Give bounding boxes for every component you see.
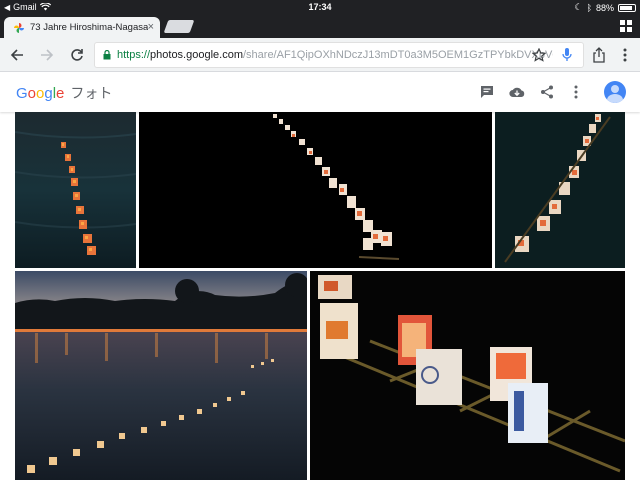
photo-image [139, 112, 492, 268]
voice-search-button[interactable] [556, 44, 578, 66]
reload-icon [71, 49, 83, 61]
reload-button[interactable] [66, 44, 88, 66]
tab-close-icon[interactable]: × [148, 21, 154, 33]
google-photos-favicon-icon [14, 22, 24, 33]
tab-active[interactable]: 73 Jahre Hiroshima-Nagasa × [4, 17, 160, 38]
url-scheme: https:// [117, 49, 151, 61]
share-album-button[interactable] [537, 82, 557, 102]
photo-image [15, 112, 136, 268]
mic-icon [562, 48, 572, 61]
lock-icon [103, 50, 111, 60]
avatar[interactable] [604, 81, 626, 103]
url-host: photos.google.com [150, 49, 243, 61]
more-vert-icon [574, 85, 578, 99]
comment-icon [481, 86, 493, 98]
share-icon [541, 85, 553, 99]
photo-image [310, 271, 625, 480]
omnibox[interactable]: https://photos.google.com/share/AF1QipOX… [94, 42, 584, 68]
bookmark-button[interactable] [528, 44, 550, 66]
arrow-left-icon [10, 49, 23, 61]
logo-letter: g [44, 85, 53, 102]
photo-lanterns-diagonal-night[interactable] [139, 112, 492, 268]
status-bar: ◀ Gmail 17:34 ☾ ᛒ 88% [0, 0, 640, 14]
comment-button[interactable] [477, 82, 497, 102]
bluetooth-icon: ᛒ [586, 2, 592, 13]
moon-icon: ☾ [574, 2, 583, 12]
tab-switcher-icon[interactable] [620, 20, 632, 32]
photo-lanterns-river-row[interactable] [15, 112, 136, 268]
status-time: 17:34 [308, 2, 332, 12]
photo-lake-sunset-lanterns[interactable] [15, 271, 307, 480]
logo-letter: e [56, 85, 65, 102]
logo-letter: o [36, 85, 45, 102]
google-photos-logo[interactable]: Google フォト [16, 83, 112, 103]
tab-title: 73 Jahre Hiroshima-Nagasa [30, 22, 148, 33]
logo-letter: o [27, 85, 37, 102]
photo-lanterns-closeup-row[interactable] [495, 112, 625, 268]
arrow-right-icon [41, 49, 54, 61]
logo-letter: G [16, 85, 28, 102]
photo-image [495, 112, 625, 268]
forward-button[interactable] [36, 44, 58, 66]
ios-share-icon [593, 47, 605, 63]
cloud-download-icon [509, 87, 525, 98]
back-button[interactable] [6, 44, 28, 66]
photos-header: Google フォト [0, 72, 640, 112]
url-path: /share/AF1QipOXhNDczJ13mDT0a3M5OEM1GzTPY… [242, 49, 553, 61]
browser-toolbar: https://photos.google.com/share/AF1QipOX… [0, 38, 640, 72]
status-right: ☾ ᛒ 88% [574, 2, 636, 13]
photo-lantern-raft-closeup[interactable] [310, 271, 625, 480]
tab-strip: 73 Jahre Hiroshima-Nagasa × [0, 14, 640, 38]
product-name: フォト [70, 86, 113, 102]
battery-percent: 88% [595, 2, 614, 13]
star-icon [532, 48, 546, 62]
battery-icon [618, 3, 636, 12]
new-tab-button[interactable] [163, 20, 195, 33]
share-page-button[interactable] [588, 44, 610, 66]
photo-image [15, 271, 307, 480]
more-vert-icon [623, 48, 627, 62]
download-button[interactable] [507, 82, 527, 102]
browser-menu-button[interactable] [614, 44, 636, 66]
photos-menu-button[interactable] [566, 82, 586, 102]
